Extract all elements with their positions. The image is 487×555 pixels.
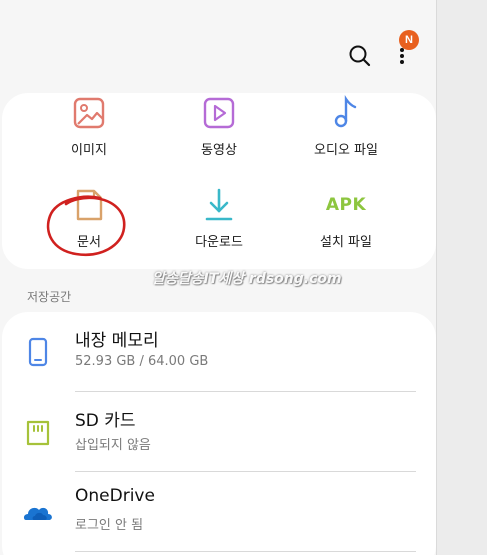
category-videos[interactable]: 동영상 [159, 95, 279, 158]
storage-name: SD 카드 [75, 411, 136, 431]
category-documents[interactable]: 문서 [29, 187, 149, 250]
storage-card: 내장 메모리 52.93 GB / 64.00 GB SD 카드 삽입되지 않음 [2, 312, 436, 555]
apk-icon-text: APK [325, 195, 367, 215]
search-button[interactable] [346, 42, 374, 70]
apk-icon: APK [325, 187, 367, 223]
category-images[interactable]: 이미지 [29, 95, 149, 158]
category-label: 다운로드 [195, 235, 243, 250]
storage-section-title: 저장공간 [27, 290, 72, 304]
category-label: 문서 [77, 235, 101, 250]
notification-badge: N [399, 30, 419, 50]
storage-onedrive[interactable]: OneDrive 로그인 안 됨 [2, 472, 436, 552]
onedrive-icon [22, 496, 54, 528]
download-icon [201, 187, 237, 223]
category-label: 오디오 파일 [314, 143, 378, 158]
category-label: 이미지 [71, 143, 107, 158]
category-apk[interactable]: APK 설치 파일 [286, 187, 406, 250]
storage-detail: 삽입되지 않음 [75, 438, 151, 453]
storage-internal[interactable]: 내장 메모리 52.93 GB / 64.00 GB [2, 312, 436, 392]
search-icon [349, 45, 371, 67]
my-files-screen: N 이미지 동영상 오디오 파일 문서 다운로드 APK 설치 파일 알송달송I… [0, 0, 437, 555]
storage-sd-card[interactable]: SD 카드 삽입되지 않음 [2, 392, 436, 472]
category-label: 설치 파일 [320, 235, 372, 250]
category-audio[interactable]: 오디오 파일 [286, 95, 406, 158]
watermark: 알송달송IT세상 rdsong.com [152, 271, 342, 287]
category-downloads[interactable]: 다운로드 [159, 187, 279, 250]
document-icon [71, 187, 107, 223]
phone-icon [22, 336, 54, 368]
video-icon [201, 95, 237, 131]
storage-detail: 로그인 안 됨 [75, 518, 144, 533]
category-card: 이미지 동영상 오디오 파일 문서 다운로드 APK 설치 파일 [2, 93, 436, 269]
storage-name: OneDrive [75, 486, 155, 506]
divider [75, 551, 416, 552]
storage-name: 내장 메모리 [75, 331, 159, 351]
storage-detail: 52.93 GB / 64.00 GB [75, 354, 209, 369]
audio-icon [328, 95, 364, 131]
image-icon [71, 95, 107, 131]
sd-card-icon [22, 416, 54, 448]
category-label: 동영상 [201, 143, 237, 158]
